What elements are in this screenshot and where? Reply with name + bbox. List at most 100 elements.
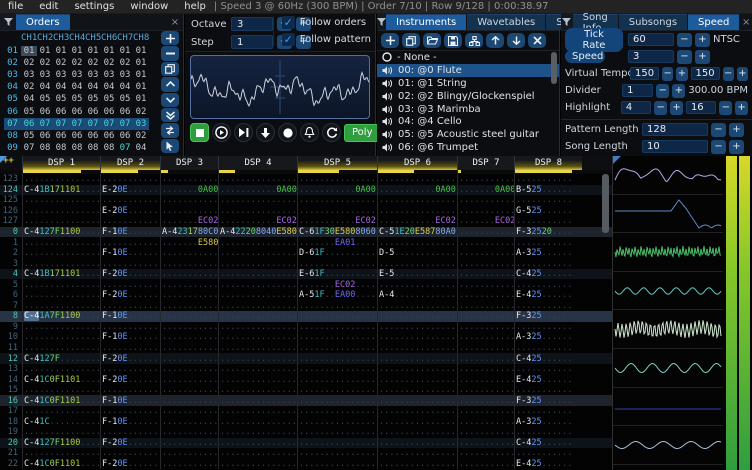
order-cell[interactable]: 07 xyxy=(101,119,117,129)
pattern-cell[interactable]: ....... EC02 xyxy=(160,216,218,227)
pattern-cell[interactable]: ........... 0A00 xyxy=(377,184,457,196)
pattern-cell[interactable]: ............... xyxy=(297,384,377,396)
pattern-cell[interactable]: ............... xyxy=(22,279,100,291)
pattern-cell[interactable]: ............... xyxy=(297,205,377,217)
pattern-cell[interactable]: ............... xyxy=(377,437,457,449)
order-cell[interactable]: 01 xyxy=(133,58,149,68)
pattern-cell[interactable]: C-4 1A 7F 1100.... xyxy=(22,311,100,322)
order-cell[interactable]: 02 xyxy=(85,58,101,68)
order-cell[interactable]: 06 xyxy=(21,119,37,129)
pattern-cell[interactable]: ............... xyxy=(297,300,377,312)
order-cell[interactable]: 01 xyxy=(37,46,53,56)
speed-input[interactable]: 3 xyxy=(628,50,674,63)
order-cell[interactable]: 05 xyxy=(101,94,117,104)
highlight1-decrease-button[interactable]: − xyxy=(654,100,668,115)
order-cell[interactable]: 04 xyxy=(21,94,37,104)
highlight2-increase-button[interactable]: + xyxy=(735,100,748,115)
speed-button[interactable]: Speed xyxy=(565,50,605,63)
panel-menu-icon[interactable] xyxy=(377,14,386,30)
pattern-scrollbar[interactable] xyxy=(602,174,609,233)
instrument-item[interactable]: 02: @2 Blingy/Glockenspiel xyxy=(377,90,559,103)
pattern-cell[interactable]: ........... xyxy=(457,311,514,322)
pattern-cell[interactable]: ........... xyxy=(457,300,514,312)
pattern-cell[interactable]: C-4 25...... xyxy=(514,353,582,364)
order-cell[interactable]: 04 xyxy=(101,82,117,92)
order-row[interactable]: 01 01 01 01 01 01 01 01 01 xyxy=(4,45,149,57)
pattern-cell[interactable]: ........... xyxy=(457,374,514,385)
pattern-cell[interactable]: ........... xyxy=(457,448,514,459)
tick-rate-button[interactable]: Tick Rate xyxy=(565,27,623,52)
vtempo-den-increase-button[interactable]: + xyxy=(736,66,748,81)
duplicate-icon[interactable] xyxy=(161,61,179,77)
pattern-cell[interactable]: A-5 1F.. EA00.... xyxy=(297,290,377,301)
pattern-cell[interactable]: ........... xyxy=(160,458,218,470)
pattern-cell[interactable]: F-2 0E...... xyxy=(100,290,160,301)
divider-decrease-button[interactable]: − xyxy=(656,83,670,98)
order-cell[interactable]: 02 xyxy=(21,82,37,92)
order-cell[interactable]: 01 xyxy=(69,46,85,56)
menu-item-edit[interactable]: edit xyxy=(31,1,66,12)
pattern-cell[interactable]: ............... xyxy=(377,395,457,407)
order-cell[interactable]: 07 xyxy=(37,119,53,129)
pattern-cell[interactable]: ........... xyxy=(457,279,514,291)
pattern-cell[interactable]: ............... xyxy=(297,374,377,385)
pattern-cell[interactable]: C-5 1E 20 E587 80A0 xyxy=(377,226,457,238)
duplicate-icon[interactable] xyxy=(402,33,420,48)
pattern-cell[interactable]: ............... xyxy=(218,195,297,206)
pattern-cell[interactable]: ............... xyxy=(377,195,457,206)
step-one-row-button[interactable] xyxy=(256,123,275,142)
pattern-cell[interactable]: ........... xyxy=(160,205,218,217)
channel-header[interactable]: DSP 8 xyxy=(514,156,582,170)
change-mode-icon[interactable] xyxy=(161,123,179,138)
channel-header[interactable]: DSP 1 xyxy=(22,156,100,170)
instrument-item[interactable]: 01: @1 String xyxy=(377,77,559,90)
pattern-cell[interactable]: ............... xyxy=(297,195,377,206)
orders-tab[interactable]: Orders xyxy=(16,14,70,30)
order-cell[interactable]: 02 xyxy=(101,58,117,68)
order-cell[interactable]: 03 xyxy=(117,70,133,80)
pattern-cell[interactable]: ....... EA01.... xyxy=(297,237,377,248)
order-cell[interactable]: 03 xyxy=(53,70,69,80)
order-cell[interactable]: 03 xyxy=(101,70,117,80)
pattern-cell[interactable]: E-5............ xyxy=(377,268,457,280)
pattern-cell[interactable]: ........... xyxy=(514,195,582,206)
pattern-cell[interactable]: ........... xyxy=(457,290,514,301)
pattern-cell[interactable]: ........... xyxy=(100,384,160,396)
tab-instruments[interactable]: Instruments xyxy=(386,14,467,30)
divider-input[interactable]: 1 xyxy=(622,84,654,97)
pattern-cell[interactable]: ........... xyxy=(457,247,514,259)
add-icon[interactable] xyxy=(381,33,399,48)
pattern-cell[interactable]: ........... xyxy=(514,174,582,185)
pattern-length-input[interactable]: 128 xyxy=(642,123,708,136)
save-icon[interactable] xyxy=(444,33,462,48)
highlight1-input[interactable]: 4 xyxy=(620,101,652,114)
pattern-cell[interactable]: ............... xyxy=(297,416,377,428)
order-cell[interactable]: 03 xyxy=(37,70,53,80)
pattern-cell[interactable]: ........... xyxy=(457,437,514,449)
pattern-length-increase-button[interactable]: + xyxy=(729,122,744,137)
pattern-cell[interactable]: ........... xyxy=(160,279,218,291)
move-up-icon[interactable] xyxy=(486,33,504,48)
pattern-cell[interactable]: ........... xyxy=(160,395,218,407)
order-cell[interactable]: 08 xyxy=(101,143,117,153)
pattern-cell[interactable]: E-4 25...... xyxy=(514,290,582,301)
order-cell[interactable]: 08 xyxy=(37,143,53,153)
pattern-cell[interactable]: ........... xyxy=(160,342,218,354)
pattern-cell[interactable]: ............... xyxy=(218,384,297,396)
order-cell[interactable]: 06 xyxy=(85,107,101,117)
pattern-cell[interactable]: ............... xyxy=(22,363,100,375)
order-row[interactable]: 09 07 08 08 08 08 08 07 04 xyxy=(4,142,149,154)
pattern-cell[interactable]: ............... xyxy=(218,290,297,301)
order-cell[interactable]: 03 xyxy=(133,119,149,129)
pattern-cell[interactable]: ............... xyxy=(218,332,297,343)
virtual-tempo-den-input[interactable]: 150 xyxy=(690,67,720,80)
pattern-cell[interactable]: ............... xyxy=(22,205,100,217)
pattern-cell[interactable]: F-1 0E...... xyxy=(100,395,160,407)
order-cell[interactable]: 03 xyxy=(69,70,85,80)
octave-input[interactable]: 3 xyxy=(231,17,273,31)
pattern-cell[interactable]: ........... xyxy=(100,321,160,333)
pattern-cell[interactable]: ........... xyxy=(457,174,514,185)
repeat-pattern-button[interactable] xyxy=(322,123,341,142)
pattern-cell[interactable]: ........... xyxy=(100,195,160,206)
order-cell[interactable]: 08 xyxy=(53,143,69,153)
